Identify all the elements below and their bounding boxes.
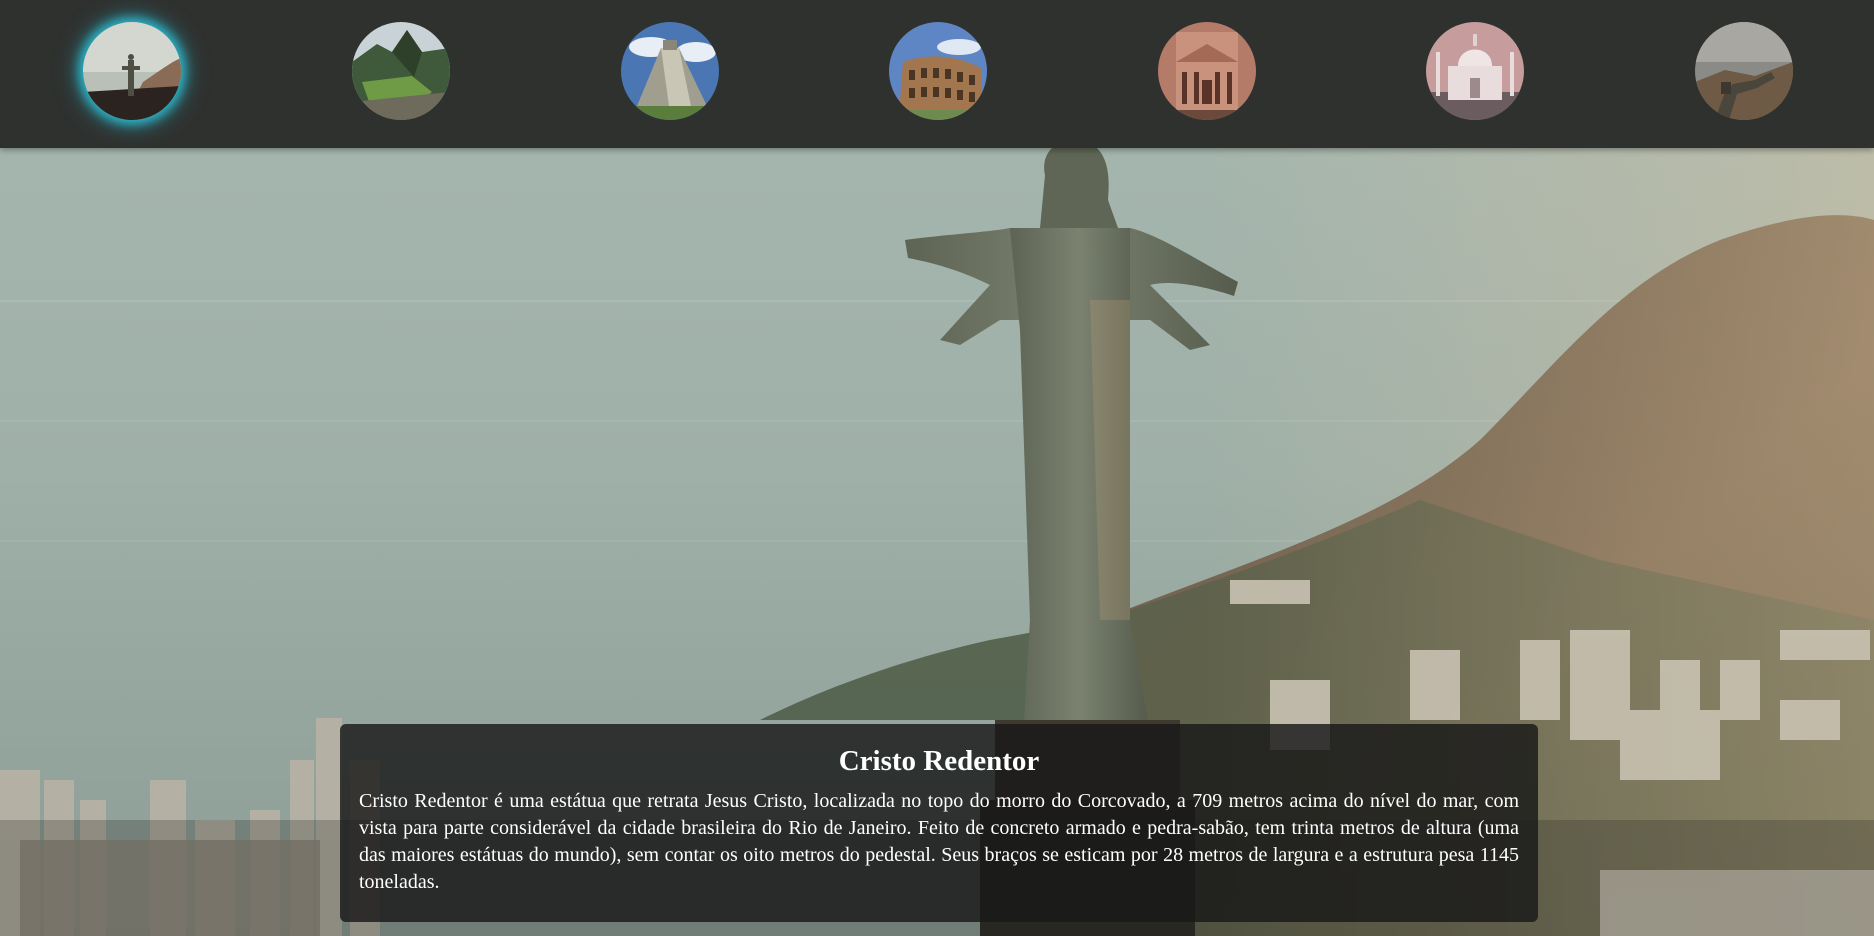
machu-picchu-icon (352, 22, 450, 120)
colosseum-thumbnail[interactable] (889, 22, 987, 120)
landmark-nav-bar (0, 0, 1874, 148)
landmark-info-card: Cristo Redentor Cristo Redentor é uma es… (340, 724, 1538, 922)
great-wall-icon (1695, 22, 1793, 120)
taj-mahal-icon (1426, 22, 1524, 120)
landmark-description: Cristo Redentor é uma estátua que retrat… (359, 790, 1519, 893)
landmark-title: Cristo Redentor (838, 745, 1040, 777)
taj-mahal-thumbnail[interactable] (1426, 22, 1524, 120)
page: Cristo Redentor Cristo Redentor é uma es… (0, 0, 1874, 936)
colosseum-icon (889, 22, 987, 120)
christ-redeemer-icon (83, 22, 181, 120)
petra-icon (1158, 22, 1256, 120)
chichen-itza-thumbnail[interactable] (621, 22, 719, 120)
christ-redeemer-thumbnail[interactable] (83, 22, 181, 120)
machu-picchu-thumbnail[interactable] (352, 22, 450, 120)
chichen-itza-icon (621, 22, 719, 120)
great-wall-thumbnail[interactable] (1695, 22, 1793, 120)
petra-thumbnail[interactable] (1158, 22, 1256, 120)
